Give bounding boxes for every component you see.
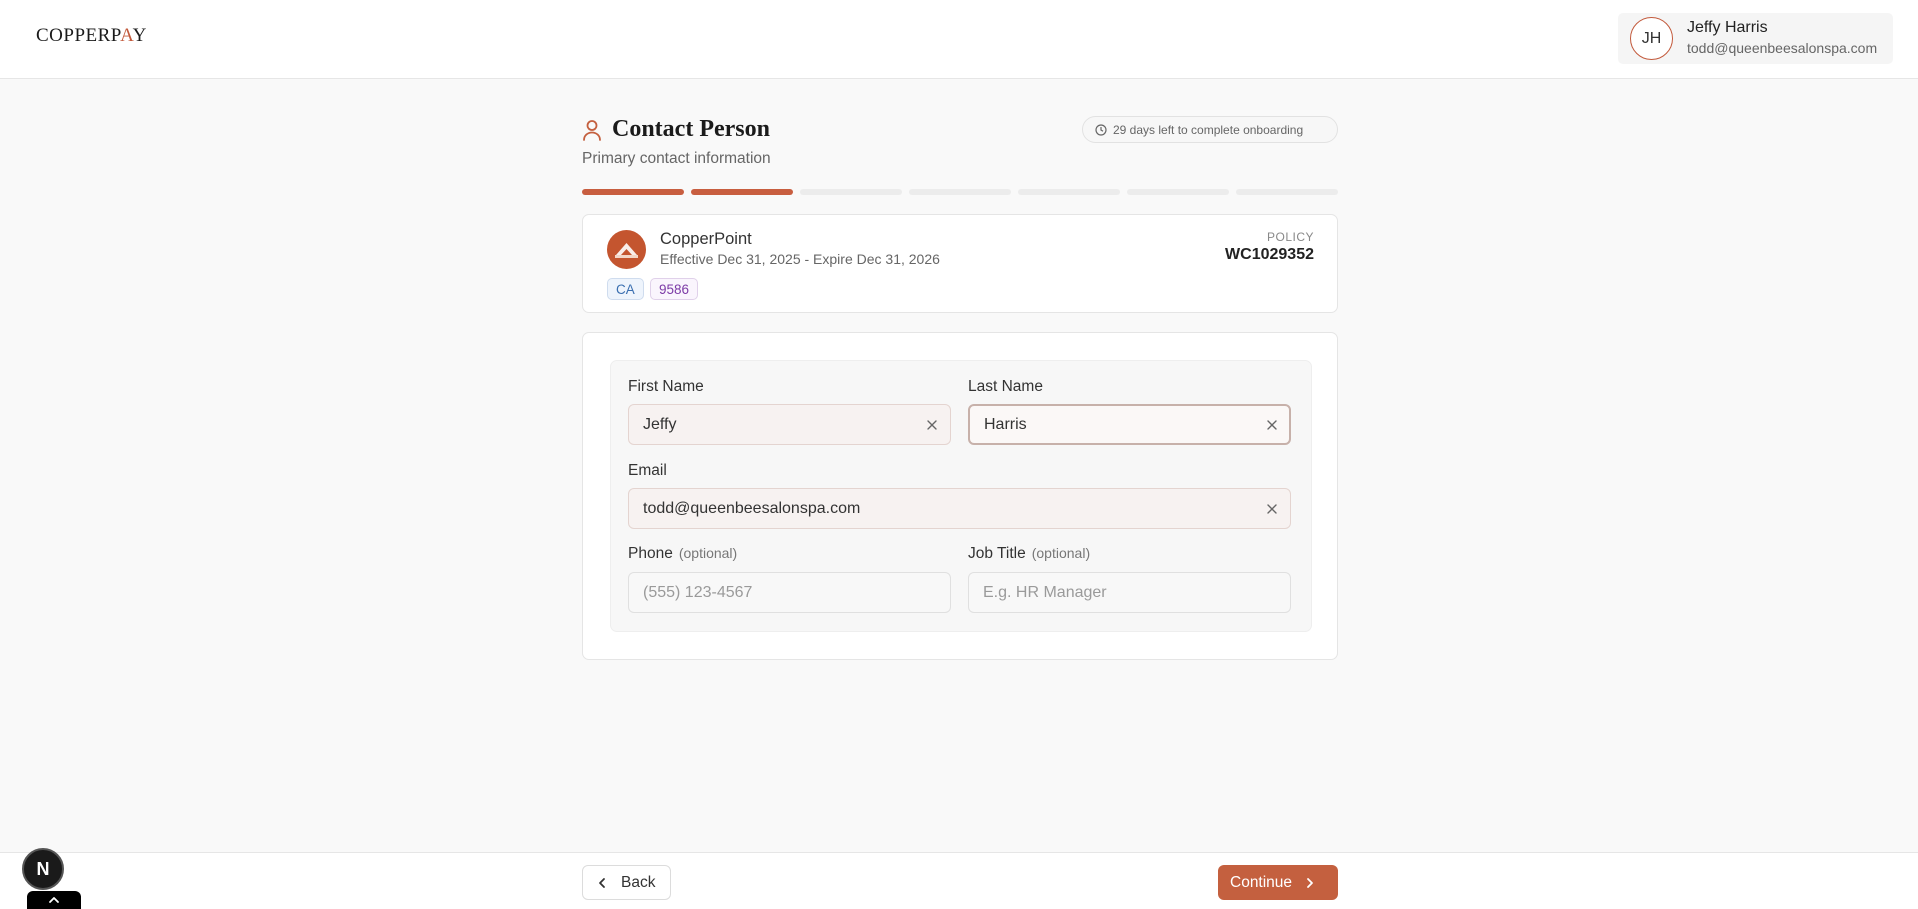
- email-label: Email: [628, 462, 667, 479]
- chevron-left-icon: [599, 877, 605, 888]
- dev-tools-badge[interactable]: N: [22, 848, 64, 890]
- person-icon: [583, 120, 601, 141]
- contact-form: First Name Last Name Email Phone (optiona…: [610, 360, 1312, 632]
- job-title-input[interactable]: [968, 572, 1291, 613]
- policy-dates: Effective Dec 31, 2025 - Expire Dec 31, …: [660, 251, 940, 267]
- continue-label: Continue: [1230, 873, 1293, 891]
- progress-step: [691, 189, 793, 195]
- days-left-text: 29 days left to complete onboarding: [1113, 122, 1304, 137]
- carrier-name: CopperPoint: [660, 230, 752, 248]
- clear-first-name-icon[interactable]: [924, 417, 940, 433]
- job-title-label: Job Title (optional): [968, 545, 1090, 563]
- phone-optional-text: (optional): [678, 545, 738, 561]
- job-title-label-text: Job Title: [968, 545, 1026, 562]
- back-button[interactable]: Back: [582, 865, 671, 900]
- user-menu[interactable]: JH Jeffy Harris todd@queenbeesalonspa.co…: [1618, 13, 1893, 64]
- class-code-badge: 9586: [650, 278, 699, 300]
- first-name-label: First Name: [628, 378, 704, 395]
- logo-accent: A: [120, 25, 133, 46]
- progress-step: [1018, 189, 1120, 195]
- dev-panel-toggle[interactable]: [27, 891, 81, 909]
- onboarding-deadline-badge: 29 days left to complete onboarding: [1082, 116, 1338, 143]
- page-title: Contact Person: [612, 116, 770, 142]
- policy-label: POLICY: [1266, 230, 1314, 244]
- continue-button[interactable]: Continue: [1218, 865, 1338, 900]
- progress-step: [800, 189, 902, 195]
- phone-label-text: Phone: [628, 545, 673, 562]
- page-subtitle: Primary contact information: [582, 150, 771, 167]
- logo-text: COPPERP: [36, 25, 121, 46]
- state-badge: CA: [607, 278, 644, 300]
- footer-bar: Back Continue: [0, 852, 1918, 909]
- phone-label: Phone (optional): [628, 545, 737, 563]
- clear-email-icon[interactable]: [1264, 501, 1280, 517]
- chevron-right-icon: [1307, 877, 1313, 888]
- user-email: todd@queenbeesalonspa.com: [1687, 40, 1878, 56]
- chevron-up-icon: [49, 897, 59, 903]
- progress-step: [582, 189, 684, 195]
- email-input[interactable]: [628, 488, 1291, 529]
- carrier-logo: [607, 230, 646, 269]
- first-name-input[interactable]: [628, 404, 951, 445]
- progress-step: [1236, 189, 1338, 195]
- avatar: JH: [1630, 17, 1673, 60]
- copperpay-logo[interactable]: COPPERPAY: [36, 25, 147, 47]
- user-name: Jeffy Harris: [1687, 19, 1768, 36]
- clock-icon: [1095, 123, 1107, 136]
- progress-step: [909, 189, 1011, 195]
- progress-step: [1127, 189, 1229, 195]
- onboarding-progress-bar: [582, 189, 1338, 195]
- back-label: Back: [621, 873, 656, 891]
- last-name-label: Last Name: [968, 378, 1043, 395]
- last-name-input[interactable]: [968, 404, 1291, 445]
- policy-number: WC1029352: [1225, 246, 1314, 263]
- top-bar: COPPERPAY JH Jeffy Harris todd@queenbees…: [0, 0, 1918, 79]
- logo-tail: Y: [132, 25, 147, 46]
- policy-card: CopperPoint Effective Dec 31, 2025 - Exp…: [582, 214, 1338, 313]
- clear-last-name-icon[interactable]: [1264, 417, 1280, 433]
- job-title-optional-text: (optional): [1031, 545, 1091, 561]
- contact-form-card: First Name Last Name Email Phone (optiona…: [582, 332, 1338, 660]
- phone-input[interactable]: [628, 572, 951, 613]
